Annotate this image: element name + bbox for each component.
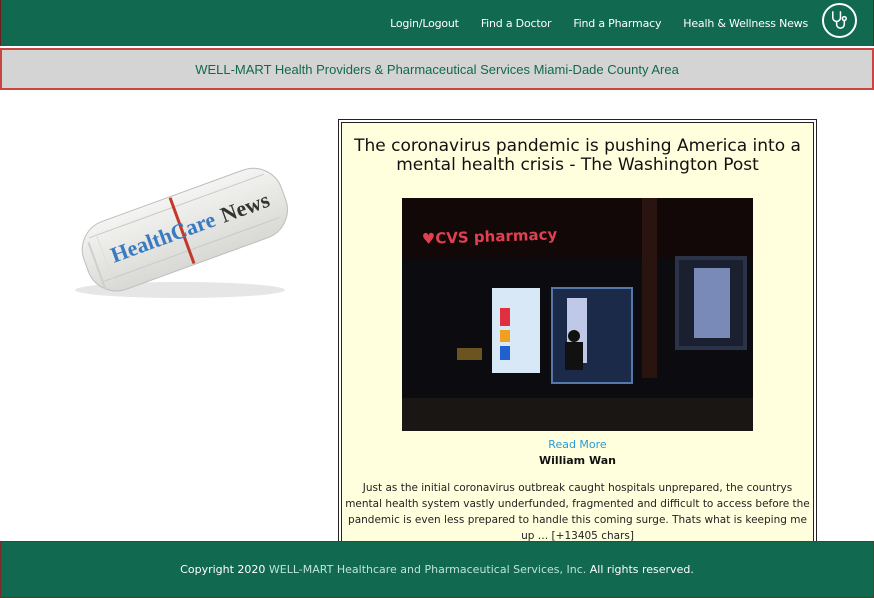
article-title: The coronavirus pandemic is pushing Amer…: [354, 136, 801, 175]
top-navbar: Login/Logout Find a Doctor Find a Pharma…: [0, 0, 874, 46]
stethoscope-icon: [832, 11, 847, 29]
article-image: ♥CVS pharmacy: [402, 198, 753, 431]
company-name: WELL-MART Healthcare and Pharmaceutical …: [268, 563, 587, 576]
copyright-text: Copyright 2020 WELL-MART Healthcare and …: [180, 563, 694, 576]
site-banner: WELL-MART Health Providers & Pharmaceuti…: [0, 48, 874, 90]
nav-find-doctor-link[interactable]: Find a Doctor: [481, 17, 552, 30]
copyright-prefix: Copyright 2020: [180, 563, 266, 576]
read-more-link[interactable]: Read More: [342, 438, 813, 451]
article-author: William Wan: [539, 454, 616, 467]
stethoscope-logo-button[interactable]: [822, 3, 857, 38]
news-article-card: The coronavirus pandemic is pushing Amer…: [338, 119, 817, 565]
nav-login-logout-link[interactable]: Login/Logout: [390, 17, 459, 30]
nav-find-pharmacy-link[interactable]: Find a Pharmacy: [573, 17, 661, 30]
nav-links: Login/Logout Find a Doctor Find a Pharma…: [368, 0, 808, 46]
article-summary: Just as the initial coronavirus outbreak…: [345, 482, 810, 542]
copyright-suffix: All rights reserved.: [589, 563, 694, 576]
site-footer: Copyright 2020 WELL-MART Healthcare and …: [0, 541, 874, 598]
banner-text: WELL-MART Health Providers & Pharmaceuti…: [195, 61, 679, 77]
newspaper-icon: HealthCare News: [60, 140, 300, 305]
nav-health-wellness-news-link[interactable]: Healh & Wellness News: [683, 17, 808, 30]
